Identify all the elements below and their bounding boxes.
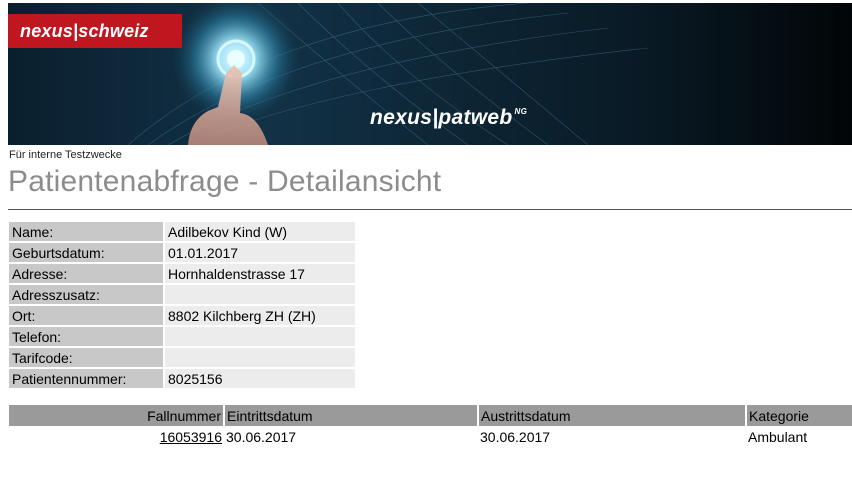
discharge-date-cell: 30.06.2017 [480,429,551,445]
detail-label: Patientennummer: [9,369,165,388]
product-name: nexus|patweb [370,106,513,129]
detail-value: 01.01.2017 [165,243,355,262]
column-header-discharge-date: Austrittsdatum [478,405,747,426]
detail-value: Hornhaldenstrasse 17 [165,264,355,283]
cases-table: Fallnummer Eintrittsdatum Austrittsdatum… [9,405,852,448]
test-notice: Für interne Testzwecke [9,149,122,161]
detail-value: 8025156 [165,369,355,388]
patient-details-table: Name: Adilbekov Kind (W) Geburtsdatum: 0… [9,220,355,390]
column-header-admission-date: Eintrittsdatum [224,405,479,426]
product-suffix: NG [514,107,528,116]
cases-header-row: Fallnummer Eintrittsdatum Austrittsdatum… [9,405,852,426]
detail-value: 8802 Kilchberg ZH (ZH) [165,306,355,325]
detail-label: Adresse: [9,264,165,283]
detail-label: Tarifcode: [9,348,165,367]
detail-label: Geburtsdatum: [9,243,165,262]
header-banner: nexus|schweiz nexus|patweb NG [8,3,852,145]
detail-row-name: Name: Adilbekov Kind (W) [9,222,355,241]
detail-label: Telefon: [9,327,165,346]
case-number-cell: 16053916 [9,426,224,448]
detail-label: Adresszusatz: [9,285,165,304]
detail-row-address-extra: Adresszusatz: [9,285,355,304]
detail-row-birthdate: Geburtsdatum: 01.01.2017 [9,243,355,262]
detail-label: Name: [9,222,165,241]
detail-row-patient-number: Patientennummer: 8025156 [9,369,355,388]
product-logo: nexus|patweb NG [370,106,527,130]
detail-label: Ort: [9,306,165,325]
column-header-category: Kategorie [746,405,852,426]
detail-value [165,348,355,367]
detail-row-city: Ort: 8802 Kilchberg ZH (ZH) [9,306,355,325]
case-number-link[interactable]: 16053916 [160,429,222,445]
category-cell: Ambulant [748,429,808,445]
detail-value: Adilbekov Kind (W) [165,222,355,241]
page-title: Patientenabfrage - Detailansicht [8,165,442,198]
brand-logo: nexus|schweiz [8,14,182,48]
detail-row-phone: Telefon: [9,327,355,346]
detail-value [165,285,355,304]
detail-value [165,327,355,346]
detail-row-tariff: Tarifcode: [9,348,355,367]
detail-row-address: Adresse: Hornhaldenstrasse 17 [9,264,355,283]
title-divider [8,209,852,210]
admission-date-cell: 30.06.2017 [226,429,297,445]
table-row: 16053916 30.06.2017 30.06.2017 Ambulant [9,426,852,448]
column-header-case-number: Fallnummer [9,405,225,426]
